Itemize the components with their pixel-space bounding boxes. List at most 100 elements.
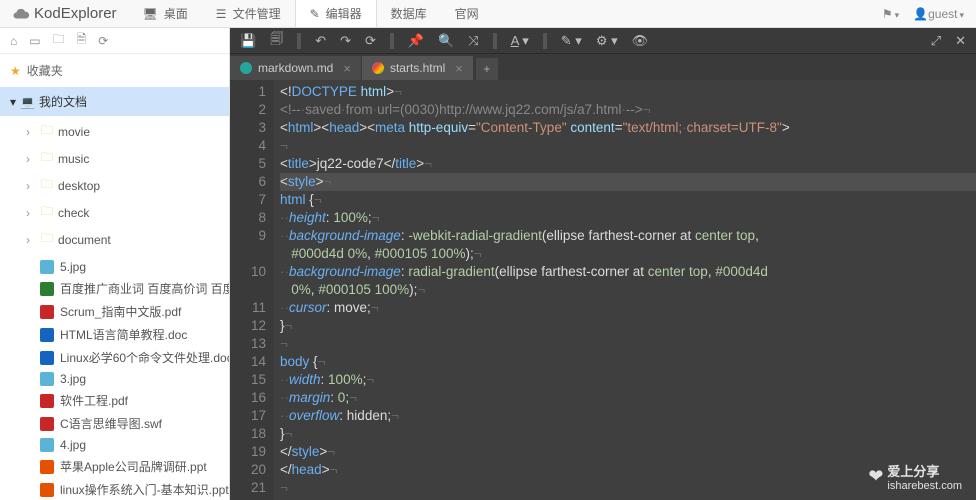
copy-icon[interactable]: 🗐 (268, 29, 285, 53)
menu-website[interactable]: 官网 (441, 0, 493, 27)
undo-icon[interactable]: ↶ (313, 32, 328, 50)
close-panel-icon[interactable]: ✕ (953, 32, 968, 50)
list-icon: ☰ (216, 7, 227, 21)
file-item[interactable]: linux操作系统入门-基本知识.ppt (0, 478, 229, 500)
line-number: 18 (230, 425, 266, 443)
top-menu: 🖥桌面 ☰文件管理 ✎编辑器 数据库 官网 (129, 0, 493, 27)
code-line[interactable]: ··margin: 0;¬ (280, 389, 976, 407)
code-line[interactable]: <title>jq22-code7</title>¬ (280, 155, 976, 173)
folder-document[interactable]: ›🗀document (0, 226, 229, 253)
code-line[interactable]: ··cursor: move;¬ (280, 299, 976, 317)
ppt-file-icon (40, 483, 54, 497)
reload-icon[interactable]: ⟳ (363, 32, 378, 50)
code-line[interactable]: body {¬ (280, 353, 976, 371)
top-bar: KodExplorer 🖥桌面 ☰文件管理 ✎编辑器 数据库 官网 ⚑▾ 👤gu… (0, 0, 976, 28)
mydocs-section[interactable]: ▾ 💻 我的文档 (0, 87, 229, 116)
line-number: 8 (230, 209, 266, 227)
code-line[interactable]: ¬ (280, 335, 976, 353)
folder-icon: 🗀 (41, 202, 53, 223)
code-line[interactable]: ··height: 100%;¬ (280, 209, 976, 227)
expand-icon[interactable]: › (26, 152, 36, 166)
code-lines[interactable]: <!DOCTYPE html>¬<!--·saved·from·url=(003… (274, 80, 976, 500)
code-line[interactable]: <!DOCTYPE html>¬ (280, 83, 976, 101)
file-item[interactable]: 5.jpg (0, 257, 229, 277)
file-item[interactable]: HTML语言简单教程.doc (0, 323, 229, 346)
code-line[interactable]: html {¬ (280, 191, 976, 209)
user-menu[interactable]: 👤guest▾ (913, 7, 964, 21)
menu-database[interactable]: 数据库 (377, 0, 441, 27)
expand-icon[interactable]: › (26, 179, 36, 193)
code-line[interactable]: ··background-image: radial-gradient(elli… (280, 263, 976, 281)
editor-pane: 💾 🗐 ↶ ↷ ⟳ 📌 🔍 ⤨ A ▾ ✎ ▾ ⚙ ▾ 👁 ⤢ ✕ markdo… (230, 28, 976, 500)
line-number: 17 (230, 407, 266, 425)
flag-icon[interactable]: ⚑▾ (882, 7, 899, 21)
menu-filemanager[interactable]: ☰文件管理 (202, 0, 295, 27)
code-line[interactable]: <!--·saved·from·url=(0030)http://www.jq2… (280, 101, 976, 119)
folder-check[interactable]: ›🗀check (0, 199, 229, 226)
laptop-icon[interactable]: ▭ (29, 34, 40, 48)
code-line[interactable]: ¬ (280, 137, 976, 155)
file-item[interactable]: C语言思维导图.swf (0, 412, 229, 435)
add-tab-button[interactable]: + (476, 58, 498, 80)
folder-icon[interactable]: 🗀 (53, 30, 65, 51)
folder-desktop[interactable]: ›🗀desktop (0, 172, 229, 199)
edit-icon: ✎ (310, 7, 320, 21)
expand-icon[interactable]: ⤢ (929, 32, 943, 50)
menu-editor[interactable]: ✎编辑器 (295, 0, 377, 27)
code-line[interactable]: <html><head><meta http-equiv="Content-Ty… (280, 119, 976, 137)
html-icon (372, 62, 384, 74)
app-logo[interactable]: KodExplorer (0, 5, 129, 23)
line-number: 1 (230, 83, 266, 101)
code-line[interactable]: }¬ (280, 317, 976, 335)
code-line[interactable]: ··background-image: -webkit-radial-gradi… (280, 227, 976, 245)
menu-desktop[interactable]: 🖥桌面 (129, 0, 202, 27)
favorites-section[interactable]: ★ 收藏夹 (0, 54, 229, 87)
line-number: 15 (230, 371, 266, 389)
close-tab-icon[interactable]: × (343, 61, 351, 76)
preview-icon[interactable]: 👁 (630, 32, 651, 50)
file-item[interactable]: 苹果Apple公司品牌调研.ppt (0, 455, 229, 478)
file-item[interactable]: 百度推广商业词 百度高价词 百度竞价高价 (0, 277, 229, 300)
file-item[interactable]: Linux必学60个命令文件处理.doc (0, 346, 229, 369)
code-line[interactable]: }¬ (280, 425, 976, 443)
expand-icon[interactable]: › (26, 233, 36, 247)
file-item[interactable]: 3.jpg (0, 369, 229, 389)
editor-tab[interactable]: starts.html× (362, 56, 474, 80)
home-icon[interactable]: ⌂ (10, 34, 17, 48)
file-item[interactable]: 软件工程.pdf (0, 389, 229, 412)
code-line[interactable]: ··overflow: hidden;¬ (280, 407, 976, 425)
code-line[interactable]: #000d4d 0%, #000105 100%);¬ (280, 245, 976, 263)
code-line[interactable]: ··width: 100%;¬ (280, 371, 976, 389)
expand-icon[interactable]: › (26, 206, 36, 220)
close-tab-icon[interactable]: × (455, 61, 463, 76)
pdf-file-icon (40, 305, 54, 319)
top-right: ⚑▾ 👤guest▾ (882, 7, 976, 21)
code-line[interactable]: <style>¬ (280, 173, 976, 191)
folder-music[interactable]: ›🗀music (0, 145, 229, 172)
pin-icon[interactable]: 📌 (406, 32, 426, 50)
line-number: 4 (230, 137, 266, 155)
swf-file-icon (40, 417, 54, 431)
redo-icon[interactable]: ↷ (338, 32, 353, 50)
save-icon[interactable]: 💾 (238, 32, 258, 50)
brush-icon[interactable]: ✎ ▾ (559, 32, 584, 50)
file-icon[interactable]: 🗎 (77, 30, 87, 51)
refresh-icon[interactable]: ⟳ (98, 34, 108, 48)
folder-movie[interactable]: ›🗀movie (0, 118, 229, 145)
shuffle-icon[interactable]: ⤨ (466, 32, 480, 50)
file-item[interactable]: Scrum_指南中文版.pdf (0, 300, 229, 323)
code-area[interactable]: 12345678910111213141516171819202122 <!DO… (230, 80, 976, 500)
code-line[interactable]: </style>¬ (280, 443, 976, 461)
img-file-icon (40, 438, 54, 452)
font-icon[interactable]: A ▾ (509, 32, 531, 50)
search-icon[interactable]: 🔍 (436, 32, 456, 50)
folder-icon: 🗀 (41, 229, 53, 250)
expand-icon[interactable]: › (26, 125, 36, 139)
sidebar-toolbar: ⌂ ▭ 🗀 🗎 ⟳ (0, 28, 229, 54)
code-line[interactable]: 0%, #000105 100%);¬ (280, 281, 976, 299)
line-gutter: 12345678910111213141516171819202122 (230, 80, 274, 500)
gear-icon[interactable]: ⚙ ▾ (594, 32, 620, 50)
editor-tab[interactable]: markdown.md× (230, 56, 362, 80)
line-number: 12 (230, 317, 266, 335)
file-item[interactable]: 4.jpg (0, 435, 229, 455)
